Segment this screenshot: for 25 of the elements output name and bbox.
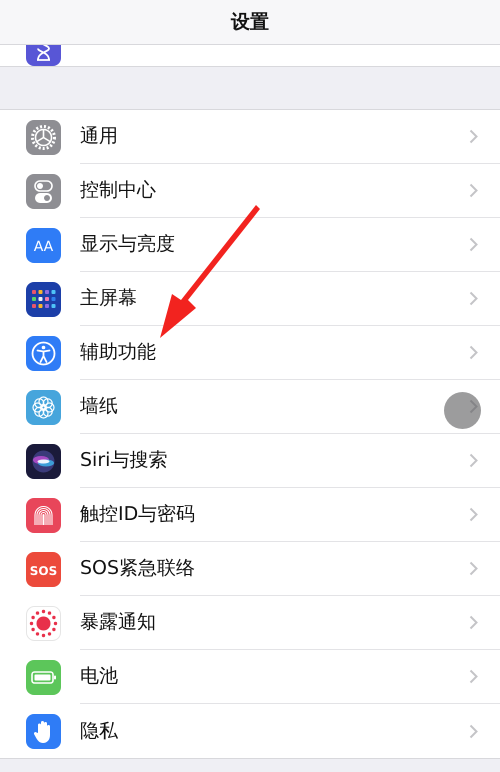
settings-row[interactable]: 触控ID与密码 [0,488,500,542]
row-label: 暴露通知 [80,610,156,636]
settings-row[interactable]: 墙纸 [0,380,500,434]
row-label: 墙纸 [80,394,118,420]
row-label: SOS紧急联络 [80,556,196,582]
settings-row[interactable]: 控制中心 [0,164,500,218]
settings-row[interactable]: 电池 [0,650,500,704]
row-label: 辅助功能 [80,340,156,366]
settings-row[interactable]: 暴露通知 [0,596,500,650]
settings-row[interactable]: 通用 [0,110,500,164]
settings-row[interactable]: SOS SOS紧急联络 [0,542,500,596]
row-label: 隐私 [80,718,118,744]
text-size-icon: AA [26,228,61,262]
row-label: 触控ID与密码 [80,502,196,528]
page-title: 设置 [231,10,269,35]
row-label: 通用 [80,124,118,150]
row-label: 控制中心 [80,178,156,204]
settings-row[interactable]: 隐私 [0,704,500,758]
row-label: 主屏幕 [80,286,137,312]
sos-icon: SOS [26,552,61,586]
row-label: Siri与搜索 [80,448,168,474]
settings-row[interactable]: 辅助功能 [0,326,500,380]
row-label: 显示与亮度 [80,232,175,258]
settings-row[interactable]: Siri与搜索 [0,434,500,488]
row-label: 电池 [80,664,118,690]
